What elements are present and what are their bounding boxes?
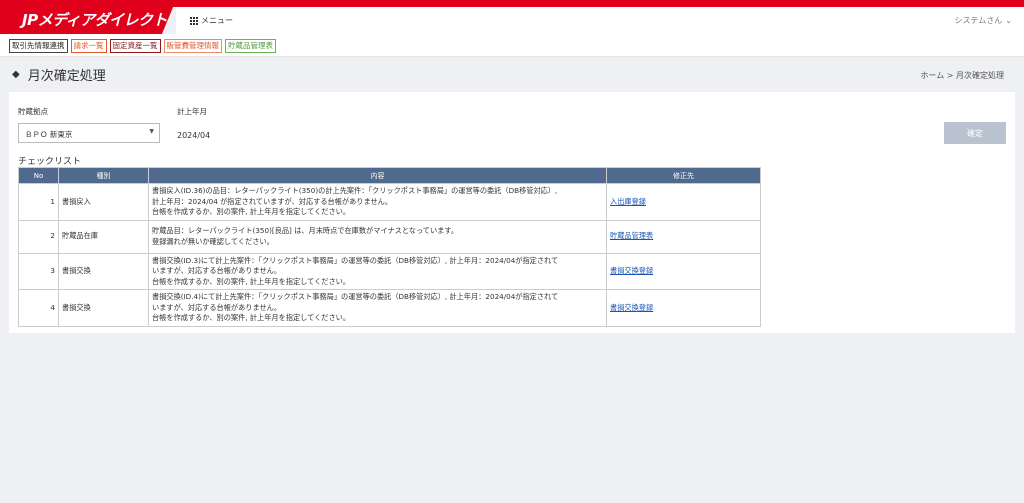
row-type: 書損戻入 bbox=[58, 183, 149, 221]
row-content: 書損戻入(ID.36)の品目：レターパックライト(350)の計上先案件：「クリッ… bbox=[148, 183, 607, 221]
row-no: 1 bbox=[18, 183, 59, 221]
row-no: 4 bbox=[18, 289, 59, 327]
header-type: 種別 bbox=[58, 167, 149, 184]
checklist-title: チェックリスト bbox=[18, 157, 82, 167]
fix-link-spoil-exchange[interactable]: 書損交換登録 bbox=[610, 266, 653, 275]
header-content: 内容 bbox=[148, 167, 607, 184]
grid-menu-icon bbox=[190, 16, 198, 25]
menu-label: メニュー bbox=[201, 16, 233, 25]
breadcrumb: ホーム > 月次確定処理 bbox=[920, 70, 1004, 81]
row-content: 書損交換(ID.3)にて計上先案件：「クリックポスト事務局」の運営等の委託（DB… bbox=[148, 252, 607, 290]
shortcut-stock-table[interactable]: 貯蔵品管理表 bbox=[225, 39, 276, 53]
user-menu[interactable]: システムさん ⌄ bbox=[955, 15, 1012, 26]
dropdown-arrow-icon: ▼ bbox=[149, 128, 154, 135]
chevron-down-icon: ⌄ bbox=[1005, 16, 1012, 25]
row-content: 貯蔵品目：レターパックライト(350)[良品] は、月末時点で在庫数がマイナスと… bbox=[148, 219, 607, 254]
breadcrumb-separator: > bbox=[946, 71, 954, 80]
table-row: 1 書損戻入 書損戻入(ID.36)の品目：レターパックライト(350)の計上先… bbox=[18, 183, 761, 221]
fix-link-stock-table[interactable]: 貯蔵品管理表 bbox=[610, 231, 653, 240]
content-line: 台帳を作成するか、別の案件, 計上年月を指定してください。 bbox=[152, 276, 351, 286]
table-header-row: No 種別 内容 修正先 bbox=[18, 167, 761, 184]
header-no: No bbox=[18, 167, 59, 184]
user-name: システムさん bbox=[954, 16, 1003, 25]
page-title-text: 月次確定処理 bbox=[27, 69, 106, 84]
row-fix-target: 入出庫登録 bbox=[606, 183, 761, 221]
shortcut-invoice-list[interactable]: 請求一覧 bbox=[70, 39, 107, 53]
shortcut-partner-sync[interactable]: 取引先情報連携 bbox=[9, 39, 68, 53]
location-label: 貯蔵拠点 bbox=[18, 107, 48, 116]
month-label: 計上年月 bbox=[177, 107, 207, 116]
table-row: 3 書損交換 書損交換(ID.3)にて計上先案件：「クリックポスト事務局」の運営… bbox=[18, 252, 761, 290]
content-line: 登録漏れが無いか確認してください。 bbox=[152, 236, 274, 246]
content-line: 書損戻入(ID.36)の品目：レターパックライト(350)の計上先案件：「クリッ… bbox=[152, 186, 558, 195]
menu-button[interactable]: メニュー bbox=[190, 15, 233, 26]
location-select[interactable]: ＢＰＯ 新東京 ▼ bbox=[18, 123, 160, 143]
content-line: いますが、対応する台帳がありません。 bbox=[152, 266, 282, 275]
table-row: 4 書損交換 書損交換(ID.4)にて計上先案件：「クリックポスト事務局」の運営… bbox=[18, 289, 761, 327]
content-line: 台帳を作成するか、別の案件, 計上年月を指定してください。 bbox=[152, 207, 351, 216]
header-fix-target: 修正先 bbox=[606, 167, 761, 184]
fix-link-stock-entry[interactable]: 入出庫登録 bbox=[610, 197, 646, 206]
location-value: ＢＰＯ 新東京 bbox=[25, 130, 73, 139]
row-fix-target: 書損交換登録 bbox=[606, 289, 761, 327]
row-fix-target: 貯蔵品管理表 bbox=[606, 219, 761, 254]
content-line: 台帳を作成するか、別の案件, 計上年月を指定してください。 bbox=[152, 313, 351, 322]
content-line: 書損交換(ID.4)にて計上先案件：「クリックポスト事務局」の運営等の委託（DB… bbox=[152, 292, 559, 301]
row-type: 書損交換 bbox=[58, 252, 149, 290]
fix-link-spoil-exchange[interactable]: 書損交換登録 bbox=[610, 303, 653, 312]
row-type: 貯蔵品在庫 bbox=[58, 219, 149, 254]
content-line: 貯蔵品目：レターパックライト(350)[良品] は、月末時点で在庫数がマイナスと… bbox=[152, 226, 459, 235]
brand-name: JPメディアダイレクト bbox=[22, 11, 168, 29]
row-no: 3 bbox=[18, 252, 59, 290]
content-line: いますが、対応する台帳がありません。 bbox=[152, 302, 282, 312]
diamond-icon: ◆ bbox=[12, 69, 20, 80]
shortcut-fixed-assets[interactable]: 固定資産一覧 bbox=[109, 39, 161, 53]
content-line: 計上年月：2024/04 が指定されていますが、対応する台帳がありません。 bbox=[152, 196, 393, 206]
row-content: 書損交換(ID.4)にて計上先案件：「クリックポスト事務局」の運営等の委託（DB… bbox=[148, 289, 607, 327]
header-bar bbox=[176, 7, 1024, 34]
table-row: 2 貯蔵品在庫 貯蔵品目：レターパックライト(350)[良品] は、月末時点で在… bbox=[18, 219, 761, 254]
breadcrumb-home[interactable]: ホーム bbox=[920, 71, 944, 80]
confirm-button[interactable]: 確定 bbox=[944, 122, 1006, 144]
breadcrumb-current: 月次確定処理 bbox=[956, 71, 1004, 80]
month-value: 2024/04 bbox=[177, 131, 211, 140]
shortcut-list: 取引先情報連携 請求一覧 固定資産一覧 販管費管理情報 貯蔵品管理表 bbox=[9, 39, 276, 53]
row-no: 2 bbox=[18, 219, 59, 254]
content-line: 書損交換(ID.3)にて計上先案件：「クリックポスト事務局」の運営等の委託（DB… bbox=[152, 255, 559, 265]
page-title: ◆ 月次確定処理 bbox=[12, 65, 106, 84]
shortcut-sga-info[interactable]: 販管費管理情報 bbox=[163, 39, 222, 53]
row-fix-target: 書損交換登録 bbox=[606, 252, 761, 290]
row-type: 書損交換 bbox=[58, 289, 149, 327]
checklist-table: No 種別 内容 修正先 1 書損戻入 書損戻入(ID.36)の品目：レターパッ… bbox=[18, 167, 761, 327]
